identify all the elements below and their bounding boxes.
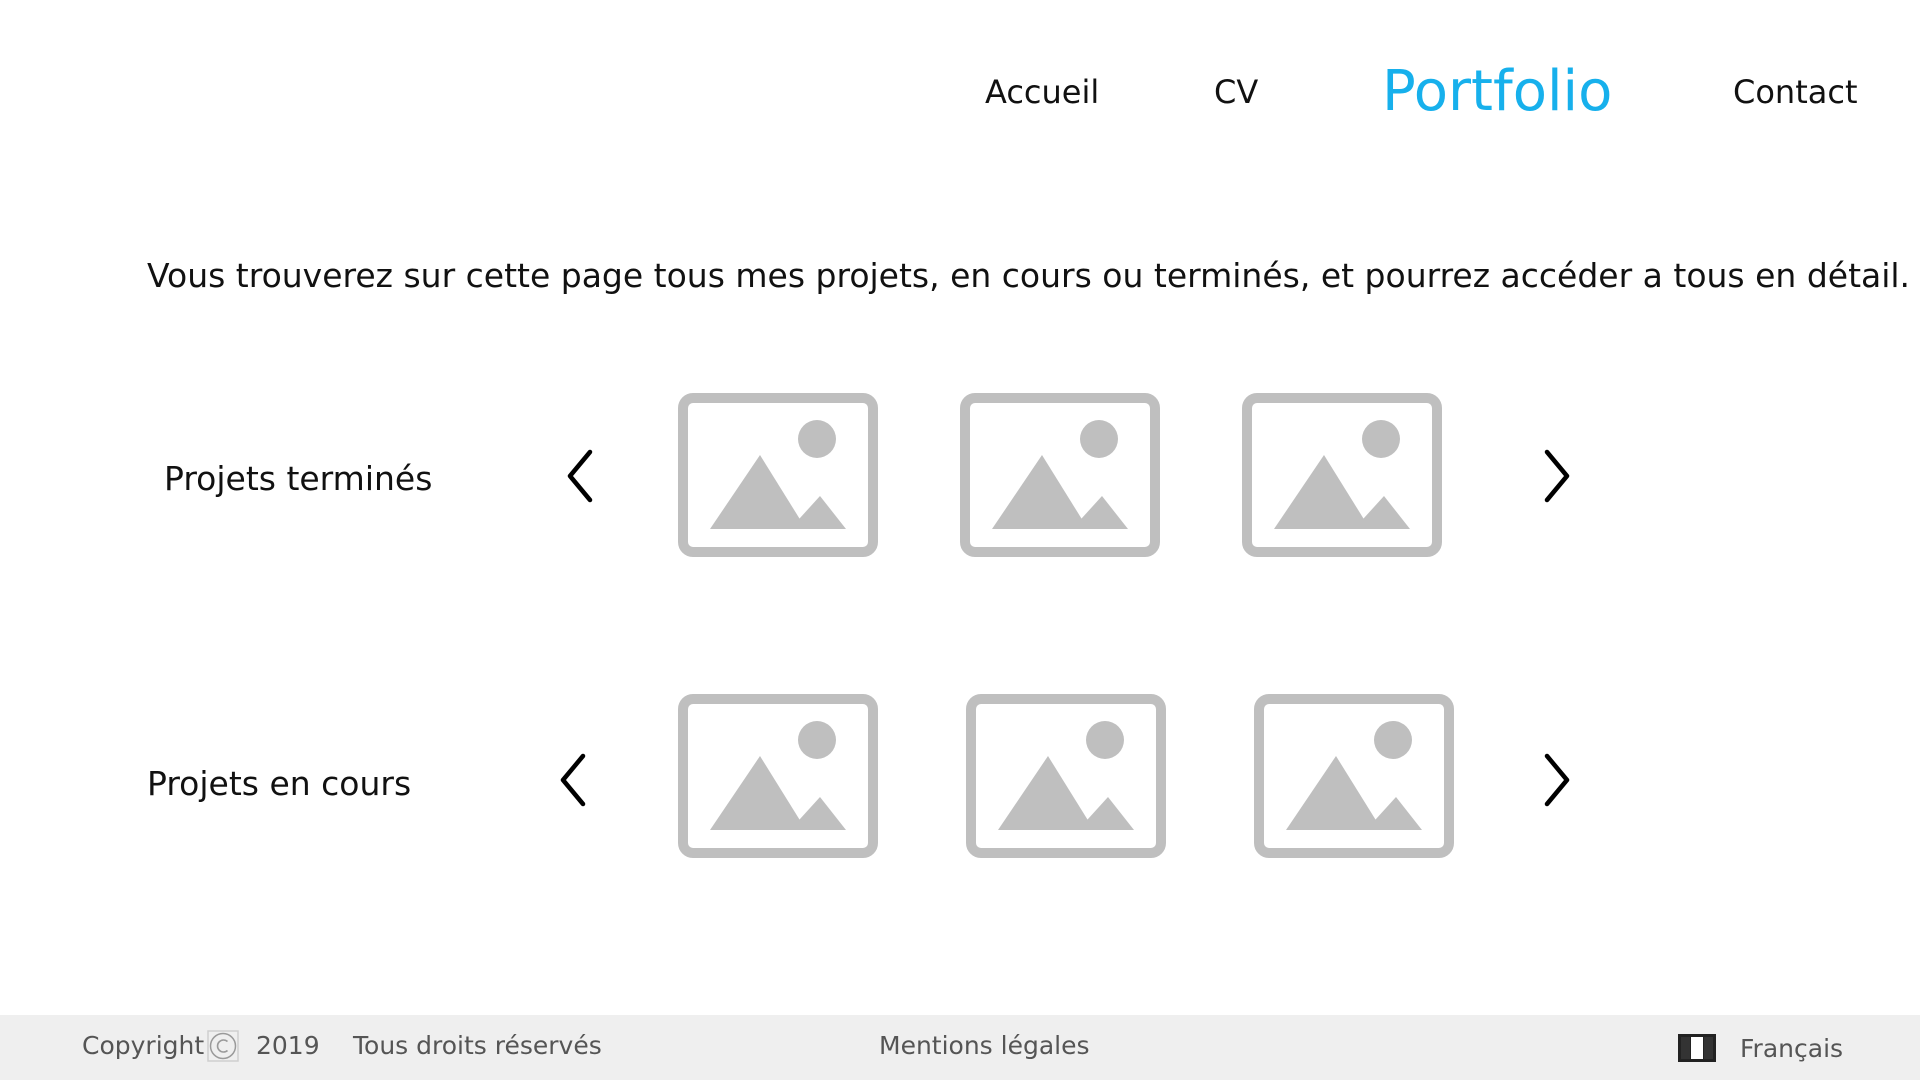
footer: Copyright 2019 Tous droits réservés Ment…	[0, 1015, 1920, 1080]
french-flag-icon[interactable]	[1678, 1034, 1716, 1062]
intro-text: Vous trouverez sur cette page tous mes p…	[147, 256, 1911, 295]
image-placeholder-icon	[1242, 393, 1442, 557]
carousel-next-button[interactable]	[1535, 446, 1575, 506]
section-label-ongoing: Projets en cours	[147, 764, 412, 803]
image-placeholder-icon	[678, 393, 878, 557]
footer-rights: Tous droits réservés	[353, 1031, 602, 1060]
footer-legal-link[interactable]: Mentions légales	[879, 1033, 1090, 1058]
chevron-left-icon	[567, 449, 593, 503]
carousel-next-button[interactable]	[1535, 750, 1575, 810]
image-placeholder-icon	[960, 393, 1160, 557]
chevron-left-icon	[560, 753, 586, 807]
project-thumbnail[interactable]	[678, 393, 878, 557]
project-thumbnail[interactable]	[966, 694, 1166, 858]
project-thumbnail[interactable]	[678, 694, 878, 858]
nav-link-contact[interactable]: Contact	[1733, 76, 1858, 108]
nav-link-portfolio[interactable]: Portfolio	[1382, 64, 1612, 120]
footer-year: 2019	[256, 1031, 320, 1060]
footer-copyright-label: Copyright	[82, 1031, 205, 1060]
copyright-icon	[207, 1030, 239, 1062]
nav-link-accueil[interactable]: Accueil	[985, 76, 1099, 108]
project-thumbnail[interactable]	[960, 393, 1160, 557]
image-placeholder-icon	[1254, 694, 1454, 858]
carousel-prev-button[interactable]	[562, 446, 602, 506]
project-thumbnail[interactable]	[1254, 694, 1454, 858]
chevron-right-icon	[1544, 449, 1570, 503]
section-label-completed: Projets terminés	[164, 459, 433, 498]
language-selector[interactable]: Français	[1740, 1036, 1843, 1061]
project-thumbnail[interactable]	[1242, 393, 1442, 557]
carousel-prev-button[interactable]	[555, 750, 595, 810]
image-placeholder-icon	[966, 694, 1166, 858]
chevron-right-icon	[1544, 753, 1570, 807]
nav-link-cv[interactable]: CV	[1214, 76, 1258, 108]
image-placeholder-icon	[678, 694, 878, 858]
